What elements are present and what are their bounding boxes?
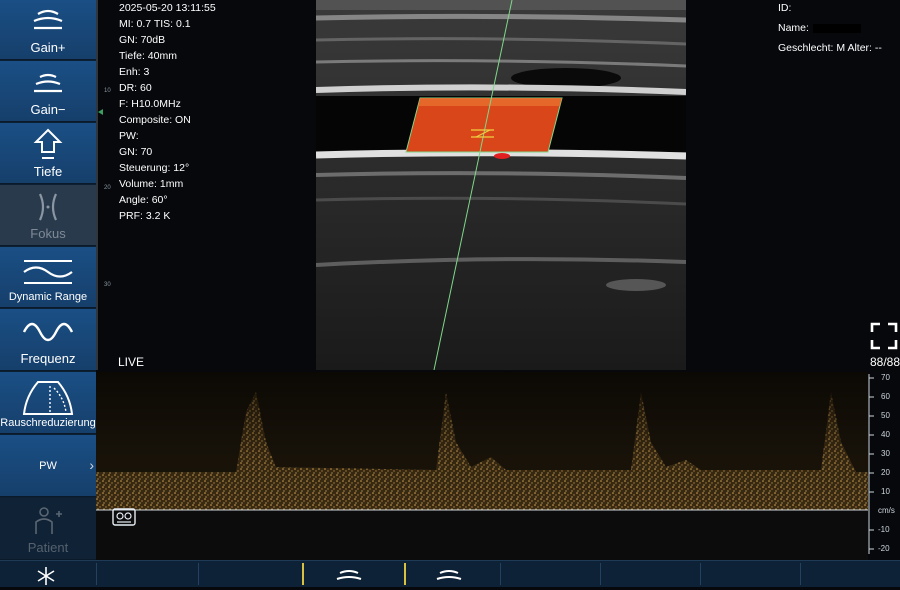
depth-tick-10: 10: [104, 88, 111, 94]
depth-tick-30: 30: [104, 282, 111, 288]
enhancement-value: Enh: 3: [119, 66, 150, 78]
depth-tick-20: 20: [104, 185, 111, 191]
gain-icon: [436, 570, 462, 580]
mi-tis: MI: 0.7 TIS: 0.1: [119, 18, 191, 30]
live-indicator: LIVE: [118, 355, 145, 369]
patient-id: ID:: [778, 2, 792, 14]
velocity-tick-60: 60: [881, 392, 890, 401]
depth-icon: [18, 128, 78, 162]
patient-icon: [18, 504, 78, 538]
pw-mode-button[interactable]: PW ›: [0, 435, 96, 497]
depth-label: Tiefe: [33, 164, 63, 179]
toolbar-marker: [302, 563, 304, 585]
control-sidebar: Gain+ Gain− Tiefe Fokus Dynamic Range Fr…: [0, 0, 96, 560]
toolbar-divider: [700, 563, 701, 585]
preset-button-2[interactable]: [434, 567, 464, 585]
gain-plus-button[interactable]: Gain+: [0, 0, 96, 60]
angle-value: Angle: 60°: [119, 194, 168, 206]
toolbar-divider: [800, 563, 801, 585]
snowflake-icon: [37, 567, 55, 585]
timestamp: 2025-05-20 13:11:55: [119, 2, 216, 14]
gain-minus-button[interactable]: Gain−: [0, 61, 96, 122]
velocity-tick-minus-10: -10: [878, 525, 890, 534]
frame-counter: 88/88: [869, 355, 900, 369]
patient-label: Patient: [27, 540, 69, 555]
frequency-value: F: H10.0MHz: [119, 98, 181, 110]
doppler-spectrum[interactable]: [96, 372, 868, 560]
bmode-image[interactable]: [315, 0, 687, 371]
bottom-toolbar: [0, 560, 900, 587]
gain-plus-label: Gain+: [30, 40, 66, 55]
noise-reduction-button[interactable]: Rauschreduzierung: [0, 372, 96, 434]
gain-value: GN: 70dB: [119, 34, 166, 46]
pw-header: PW:: [119, 130, 139, 142]
freeze-button[interactable]: [28, 563, 64, 585]
dynamic-range-value: DR: 60: [119, 82, 152, 94]
velocity-tick-20: 20: [881, 468, 890, 477]
toolbar-divider: [500, 563, 501, 585]
preset-button-1[interactable]: [334, 567, 364, 585]
velocity-tick-50: 50: [881, 411, 890, 420]
cassette-icon[interactable]: [112, 508, 136, 526]
velocity-tick-30: 30: [881, 449, 890, 458]
toolbar-marker: [404, 563, 406, 585]
toolbar-divider: [198, 563, 199, 585]
gain-icon: [336, 570, 362, 580]
noise-reduction-icon: [18, 381, 78, 415]
patient-sex-age: Geschlecht: M Alter: --: [778, 42, 882, 54]
dynamic-range-icon: [18, 255, 78, 289]
patient-info: ID: Name: Geschlecht: M Alter: --: [778, 0, 882, 56]
gain-plus-icon: [18, 4, 78, 38]
dynamic-range-button[interactable]: Dynamic Range: [0, 247, 96, 308]
redacted-name: [812, 23, 861, 33]
depth-value: Tiefe: 40mm: [119, 50, 177, 62]
toolbar-divider: [96, 563, 97, 585]
focus-label: Fokus: [30, 226, 66, 241]
fullscreen-icon[interactable]: [870, 322, 898, 350]
frequency-label: Frequenz: [20, 351, 76, 366]
gain-minus-label: Gain−: [30, 102, 66, 117]
gain-minus-icon: [18, 66, 78, 100]
velocity-tick-40: 40: [881, 430, 890, 439]
velocity-unit: cm/s: [878, 506, 895, 515]
frequency-button[interactable]: Frequenz: [0, 309, 96, 371]
patient-button[interactable]: Patient: [0, 498, 96, 560]
prf-value: PRF: 3.2 K: [119, 210, 171, 222]
steering-value: Steuerung: 12°: [119, 162, 190, 174]
velocity-tick-minus-20: -20: [878, 544, 890, 553]
imaging-parameters: 2025-05-20 13:11:55 MI: 0.7 TIS: 0.1 GN:…: [119, 0, 216, 224]
velocity-scale: 70 60 50 40 30 20 10 -10 -20: [868, 372, 900, 560]
dynamic-range-label: Dynamic Range: [8, 291, 88, 303]
composite-value: Composite: ON: [119, 114, 191, 126]
volume-value: Volume: 1mm: [119, 178, 184, 190]
focus-icon: [18, 190, 78, 224]
noise-reduction-label: Rauschreduzierung: [0, 417, 96, 429]
frequency-icon: [18, 315, 78, 349]
velocity-tick-10: 10: [881, 487, 890, 496]
depth-button[interactable]: Tiefe: [0, 123, 96, 184]
focus-button[interactable]: Fokus: [0, 185, 96, 246]
toolbar-divider: [600, 563, 601, 585]
chevron-right-icon: ›: [89, 457, 94, 473]
depth-ruler: 10 20 30: [96, 0, 114, 370]
patient-name-label: Name:: [778, 22, 809, 34]
velocity-tick-70: 70: [881, 373, 890, 382]
pw-label: PW: [39, 459, 57, 472]
pw-gain-value: GN: 70: [119, 146, 153, 158]
